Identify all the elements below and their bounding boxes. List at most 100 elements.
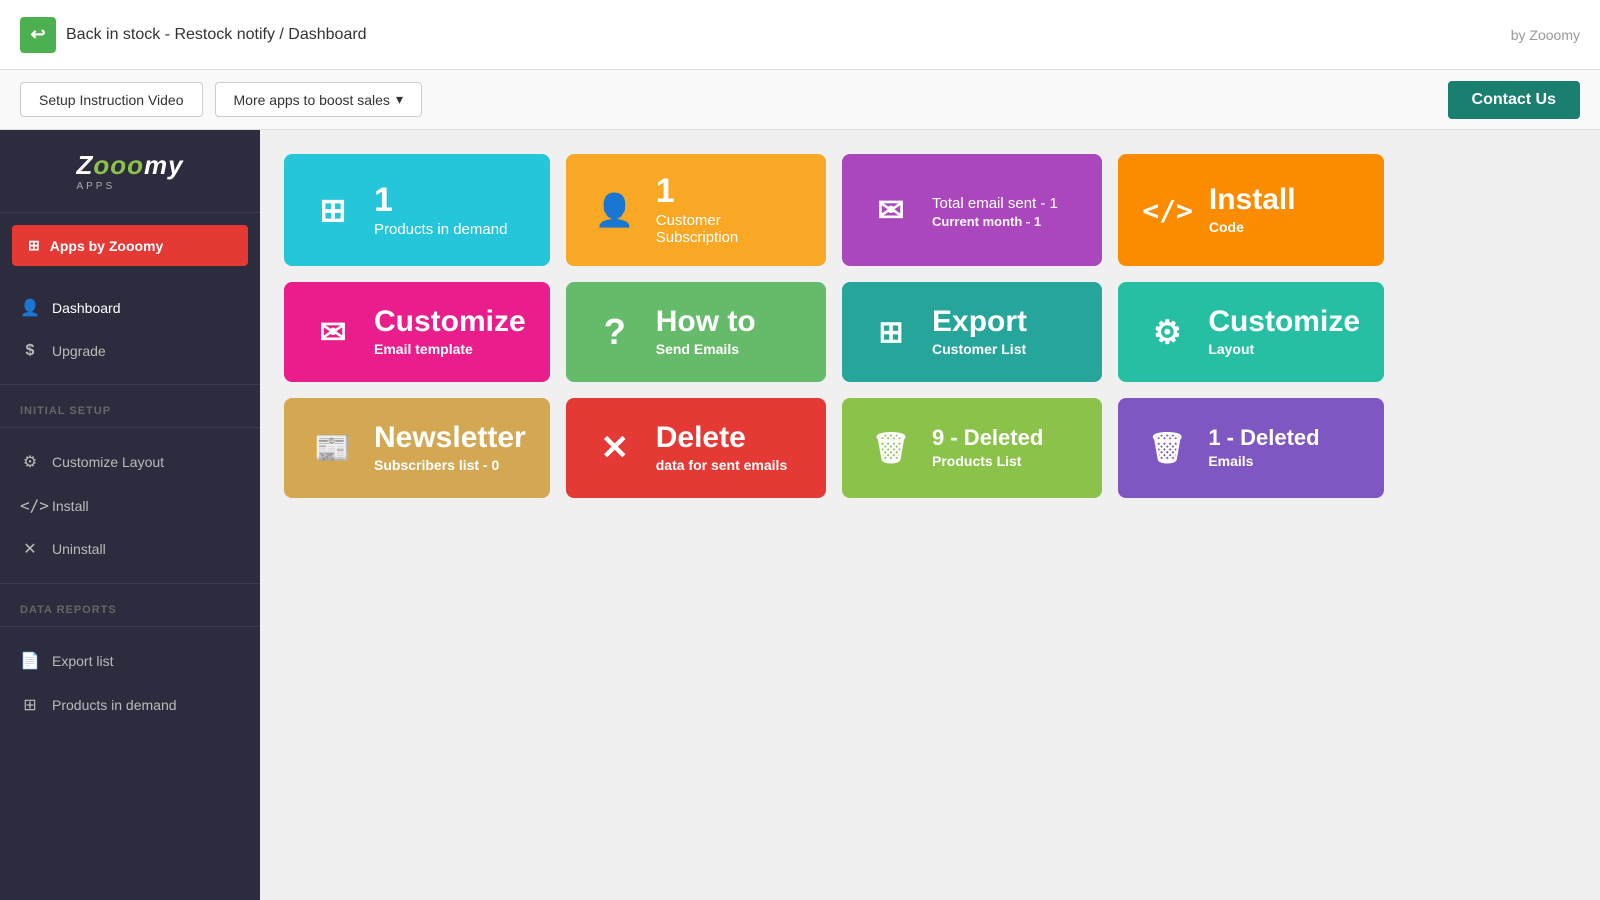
trash2-icon: 🗑 bbox=[1142, 431, 1192, 466]
sidebar-dashboard-label: Dashboard bbox=[52, 300, 121, 316]
deleted-emails-title: 1 - Deleted bbox=[1208, 427, 1319, 449]
sidebar-divider-1 bbox=[0, 384, 260, 385]
sidebar-logo: Zooomy APPS bbox=[0, 130, 260, 213]
products-list-label: Products List bbox=[932, 453, 1043, 469]
card-content-products: 1 Products in demand bbox=[374, 183, 507, 238]
total-email-label: Total email sent - 1 bbox=[932, 195, 1058, 212]
more-apps-button[interactable]: More apps to boost sales ▾ bbox=[215, 82, 422, 117]
sidebar-item-export-list[interactable]: 📄 Export list bbox=[0, 639, 260, 683]
chevron-down-icon: ▾ bbox=[396, 91, 403, 108]
products-count: 1 bbox=[374, 183, 507, 217]
card-content-newsletter: Newsletter Subscribers list - 0 bbox=[374, 423, 526, 473]
sidebar-divider-3 bbox=[0, 583, 260, 584]
card-deleted-emails[interactable]: 🗑 1 - Deleted Emails bbox=[1118, 398, 1384, 498]
table-icon: ⊞ bbox=[866, 315, 916, 350]
card-content-layout: Customize Layout bbox=[1208, 307, 1360, 357]
code2-icon: </> bbox=[1142, 194, 1193, 227]
gear-icon: ⚙ bbox=[20, 452, 40, 472]
current-month-label: Current month - 1 bbox=[932, 214, 1058, 229]
card-customer-subscription[interactable]: 👤 1 Customer Subscription bbox=[566, 154, 826, 266]
card-content-delete: Delete data for sent emails bbox=[656, 423, 788, 473]
sidebar-uninstall-label: Uninstall bbox=[52, 541, 106, 557]
sidebar-data-reports-nav: 📄 Export list ⊞ Products in demand bbox=[0, 631, 260, 735]
layout-label: Layout bbox=[1208, 341, 1360, 357]
customize-layout-title: Customize bbox=[1208, 307, 1360, 337]
customer-list-label: Customer List bbox=[932, 341, 1027, 357]
breadcrumb: Back in stock - Restock notify / Dashboa… bbox=[66, 26, 367, 44]
action-bar: Setup Instruction Video More apps to boo… bbox=[0, 70, 1600, 130]
sidebar-divider-2 bbox=[0, 427, 260, 428]
products-label: Products in demand bbox=[374, 221, 507, 238]
email-template-label: Email template bbox=[374, 341, 526, 357]
card-content-install: Install Code bbox=[1209, 185, 1296, 235]
sidebar-item-uninstall[interactable]: ✕ Uninstall bbox=[0, 527, 260, 571]
subscription-label: Customer Subscription bbox=[656, 212, 802, 246]
card-products-in-demand[interactable]: ⊞ 1 Products in demand bbox=[284, 154, 550, 266]
newsletter-title: Newsletter bbox=[374, 423, 526, 453]
sidebar-upgrade-label: Upgrade bbox=[52, 343, 106, 359]
sidebar-logo-text: Zooomy bbox=[76, 150, 183, 181]
upgrade-icon: $ bbox=[20, 342, 40, 360]
card-customize-layout[interactable]: ⚙ Customize Layout bbox=[1118, 282, 1384, 382]
apps-by-zooomy-label: Apps by Zooomy bbox=[50, 238, 164, 254]
main-layout: Zooomy APPS ⊞ Apps by Zooomy 👤 Dashboard… bbox=[0, 130, 1600, 900]
apps-by-zooomy-button[interactable]: ⊞ Apps by Zooomy bbox=[12, 225, 248, 266]
card-content-export: Export Customer List bbox=[932, 307, 1027, 357]
sidebar-item-products-in-demand[interactable]: ⊞ Products in demand bbox=[0, 683, 260, 727]
envelope-icon: ✉ bbox=[866, 191, 916, 229]
card-install-code[interactable]: </> Install Code bbox=[1118, 154, 1384, 266]
dashboard-icon: 👤 bbox=[20, 298, 40, 318]
delete-x-icon: ✕ bbox=[590, 428, 640, 468]
mail-icon: ✉ bbox=[308, 313, 358, 351]
card-content-deleted-products: 9 - Deleted Products List bbox=[932, 427, 1043, 469]
card-content-email: Total email sent - 1 Current month - 1 bbox=[932, 191, 1058, 229]
dashboard-grid: ⊞ 1 Products in demand 👤 1 Customer Subs… bbox=[284, 154, 1384, 498]
sidebar-export-list-label: Export list bbox=[52, 653, 113, 669]
sidebar-nav: 👤 Dashboard $ Upgrade bbox=[0, 278, 260, 380]
top-bar-left: ↩ Back in stock - Restock notify / Dashb… bbox=[20, 17, 367, 53]
sidebar-customize-layout-label: Customize Layout bbox=[52, 454, 164, 470]
user-icon: 👤 bbox=[590, 191, 640, 229]
by-zooomy-label: by Zooomy bbox=[1511, 27, 1580, 43]
sidebar-item-upgrade[interactable]: $ Upgrade bbox=[0, 330, 260, 372]
delete-title: Delete bbox=[656, 423, 788, 453]
card-deleted-products[interactable]: 🗑 9 - Deleted Products List bbox=[842, 398, 1102, 498]
contact-us-button[interactable]: Contact Us bbox=[1448, 81, 1580, 119]
action-bar-left: Setup Instruction Video More apps to boo… bbox=[20, 82, 422, 117]
delete-label: data for sent emails bbox=[656, 457, 788, 473]
setup-video-button[interactable]: Setup Instruction Video bbox=[20, 82, 203, 117]
code-label: Code bbox=[1209, 219, 1296, 235]
sidebar-initial-setup-nav: ⚙ Customize Layout </> Install ✕ Uninsta… bbox=[0, 432, 260, 579]
card-total-email[interactable]: ✉ Total email sent - 1 Current month - 1 bbox=[842, 154, 1102, 266]
customize-email-title: Customize bbox=[374, 307, 526, 337]
card-content-customize-email: Customize Email template bbox=[374, 307, 526, 357]
sidebar-products-demand-label: Products in demand bbox=[52, 697, 177, 713]
install-label: Install bbox=[1209, 185, 1296, 215]
send-emails-label: Send Emails bbox=[656, 341, 756, 357]
sidebar-logo-sub: APPS bbox=[76, 181, 183, 192]
question-icon: ? bbox=[590, 311, 640, 353]
trash-icon: 🗑 bbox=[866, 431, 916, 466]
main-content: ⊞ 1 Products in demand 👤 1 Customer Subs… bbox=[260, 130, 1600, 900]
grid2-icon: ⊞ bbox=[20, 695, 40, 715]
card-newsletter[interactable]: 📰 Newsletter Subscribers list - 0 bbox=[284, 398, 550, 498]
export-title: Export bbox=[932, 307, 1027, 337]
emails-label: Emails bbox=[1208, 453, 1319, 469]
card-delete-data[interactable]: ✕ Delete data for sent emails bbox=[566, 398, 826, 498]
app-logo-icon: ↩ bbox=[20, 17, 56, 53]
export-icon: 📄 bbox=[20, 651, 40, 671]
initial-setup-title: INITIAL SETUP bbox=[0, 389, 260, 423]
card-customize-email[interactable]: ✉ Customize Email template bbox=[284, 282, 550, 382]
deleted-products-title: 9 - Deleted bbox=[932, 427, 1043, 449]
settings-icon: ⚙ bbox=[1142, 313, 1192, 351]
sidebar-item-install[interactable]: </> Install bbox=[0, 484, 260, 527]
sidebar-item-customize-layout[interactable]: ⚙ Customize Layout bbox=[0, 440, 260, 484]
card-export-customer[interactable]: ⊞ Export Customer List bbox=[842, 282, 1102, 382]
card-how-to[interactable]: ? How to Send Emails bbox=[566, 282, 826, 382]
card-content-subscription: 1 Customer Subscription bbox=[656, 174, 802, 246]
newspaper-icon: 📰 bbox=[308, 431, 358, 466]
subscribers-label: Subscribers list - 0 bbox=[374, 457, 526, 473]
grid-icon: ⊞ bbox=[28, 237, 40, 254]
sidebar-item-dashboard[interactable]: 👤 Dashboard bbox=[0, 286, 260, 330]
sidebar-divider-4 bbox=[0, 626, 260, 627]
